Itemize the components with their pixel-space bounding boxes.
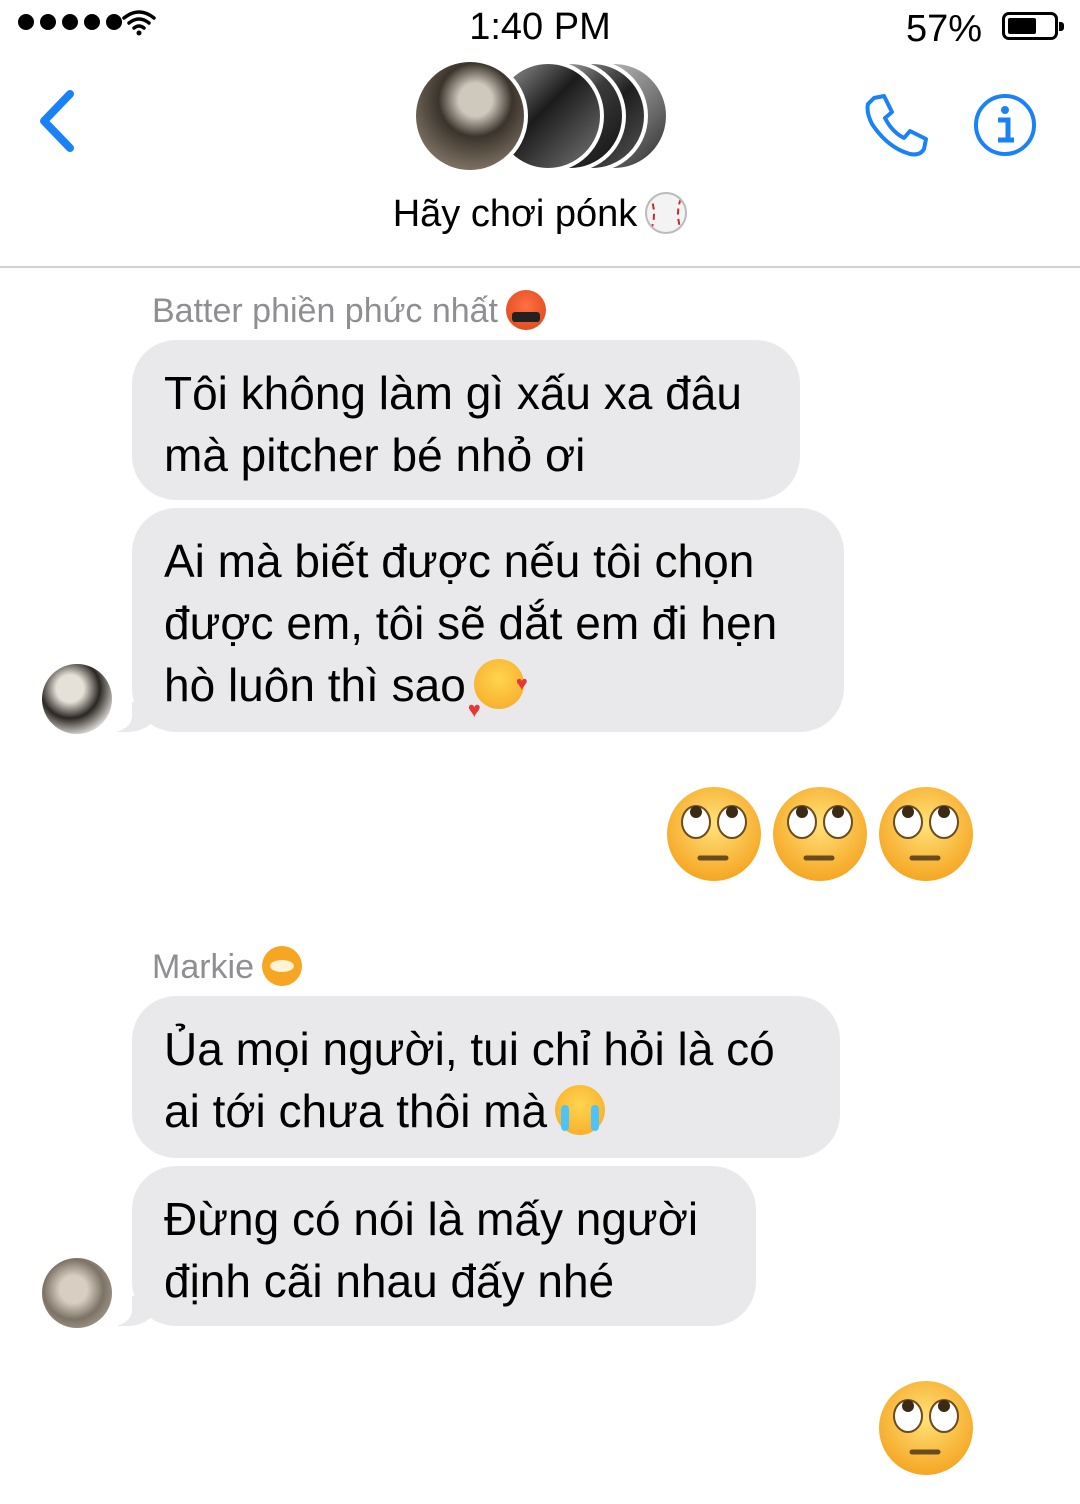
message-line: Tôi không làm gì xấu xa đâu	[164, 367, 742, 419]
loudly-crying-face-icon	[555, 1085, 606, 1135]
message-line: Đừng có nói là mấy người	[164, 1193, 699, 1245]
message-bubble[interactable]: Tôi không làm gì xấu xa đâu mà pitcher b…	[132, 340, 800, 500]
status-bar: 1:40 PM 57%	[0, 0, 1080, 56]
battery-icon	[1002, 12, 1064, 40]
rolling-eyes-icon	[773, 787, 867, 881]
sender-name-text: Markie	[152, 948, 255, 986]
message-bubble[interactable]: Ủa mọi người, tui chỉ hỏi là có ai tới c…	[132, 996, 840, 1158]
sender-name: Markie	[152, 946, 303, 987]
battery-percent: 57%	[905, 8, 982, 50]
group-name[interactable]: Hãy chơi pónk	[0, 192, 1080, 236]
message-line: được em, tôi sẽ dắt em đi hẹn	[164, 597, 778, 649]
sender-name-text: Batter phiền phức nhất	[152, 292, 498, 330]
group-avatar	[412, 58, 528, 174]
rolling-eyes-icon	[667, 787, 761, 881]
tiger-face-icon	[262, 946, 303, 986]
conversation-header: Hãy chơi pónk	[0, 56, 1080, 268]
group-name-text: Hãy chơi pónk	[392, 193, 638, 235]
smiling-face-with-hearts-icon	[468, 653, 528, 741]
rolling-eyes-icon	[879, 1381, 973, 1475]
face-with-symbols-icon	[506, 290, 546, 330]
chat-screen: 1:40 PM 57% Hãy chơi pónk Batter phiền p…	[0, 0, 1080, 1504]
message-bubble[interactable]: Đừng có nói là mấy người định cãi nhau đ…	[106, 1166, 756, 1326]
message-line: hò luôn thì sao	[164, 659, 466, 711]
rolling-eyes-icon	[879, 787, 973, 881]
info-icon[interactable]	[972, 92, 1038, 158]
avatar[interactable]	[42, 1258, 112, 1328]
group-avatars[interactable]	[408, 58, 678, 176]
message-line: định cãi nhau đấy nhé	[164, 1255, 615, 1307]
message-bubble[interactable]: Ai mà biết được nếu tôi chọn được em, tô…	[106, 508, 844, 741]
message-line: Ủa mọi người, tui chỉ hỏi là có	[164, 1023, 775, 1075]
avatar[interactable]	[42, 664, 112, 734]
baseball-icon	[645, 192, 688, 234]
sender-name: Batter phiền phức nhất	[152, 290, 546, 331]
message-line: Ai mà biết được nếu tôi chọn	[164, 535, 755, 587]
message-line: ai tới chưa thôi mà	[164, 1085, 548, 1137]
chevron-left-icon[interactable]	[30, 86, 90, 156]
phone-icon[interactable]	[860, 90, 932, 162]
message-line: mà pitcher bé nhỏ ơi	[164, 429, 586, 481]
